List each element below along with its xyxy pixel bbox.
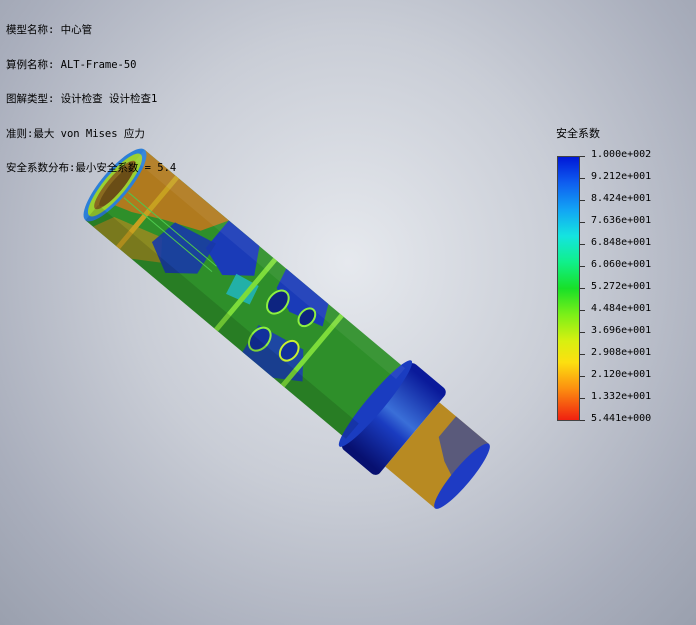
legend-label: 4.484e+001 bbox=[591, 303, 652, 314]
legend-label: 3.696e+001 bbox=[591, 325, 652, 336]
legend-tick bbox=[580, 310, 585, 311]
legend-tick bbox=[580, 200, 585, 201]
legend-label-max: 1.000e+002 bbox=[591, 149, 652, 160]
legend-tick bbox=[580, 332, 585, 333]
legend-label: 6.848e+001 bbox=[591, 237, 652, 248]
plot-type-label: 图解类型: 设计检查 设计检查1 bbox=[6, 93, 158, 105]
legend-tick bbox=[580, 178, 585, 179]
legend-label: 2.120e+001 bbox=[591, 369, 652, 380]
legend-label: 5.272e+001 bbox=[591, 281, 652, 292]
legend-tick bbox=[580, 376, 585, 377]
legend-tick bbox=[580, 156, 585, 157]
legend-label: 8.424e+001 bbox=[591, 193, 652, 204]
model-name-label: 模型名称: 中心管 bbox=[6, 24, 93, 36]
criterion-label: 准则:最大 von Mises 应力 bbox=[6, 127, 145, 140]
legend-label: 1.332e+001 bbox=[591, 391, 652, 402]
legend-tick bbox=[580, 354, 585, 355]
legend-tick bbox=[580, 244, 585, 245]
legend-tick bbox=[580, 420, 585, 421]
legend-tick bbox=[580, 288, 585, 289]
legend-label: 6.060e+001 bbox=[591, 259, 652, 270]
legend-label: 7.636e+001 bbox=[591, 215, 652, 226]
legend-label-min: 5.441e+000 bbox=[591, 413, 652, 424]
legend-label: 2.908e+001 bbox=[591, 347, 652, 358]
legend-tick bbox=[580, 222, 585, 223]
legend-tick bbox=[580, 398, 585, 399]
legend-tick bbox=[580, 266, 585, 267]
legend-color-bar[interactable] bbox=[557, 156, 580, 421]
fos-distribution-label: 安全系数分布:最小安全系数 = 5.4 bbox=[6, 162, 177, 174]
study-name-label: 算例名称: ALT-Frame-50 bbox=[6, 58, 137, 71]
legend-label: 9.212e+001 bbox=[591, 171, 652, 182]
plot-info-block: 模型名称: 中心管 算例名称: ALT-Frame-50 图解类型: 设计检查 … bbox=[6, 2, 176, 186]
legend-title: 安全系数 bbox=[556, 127, 600, 140]
